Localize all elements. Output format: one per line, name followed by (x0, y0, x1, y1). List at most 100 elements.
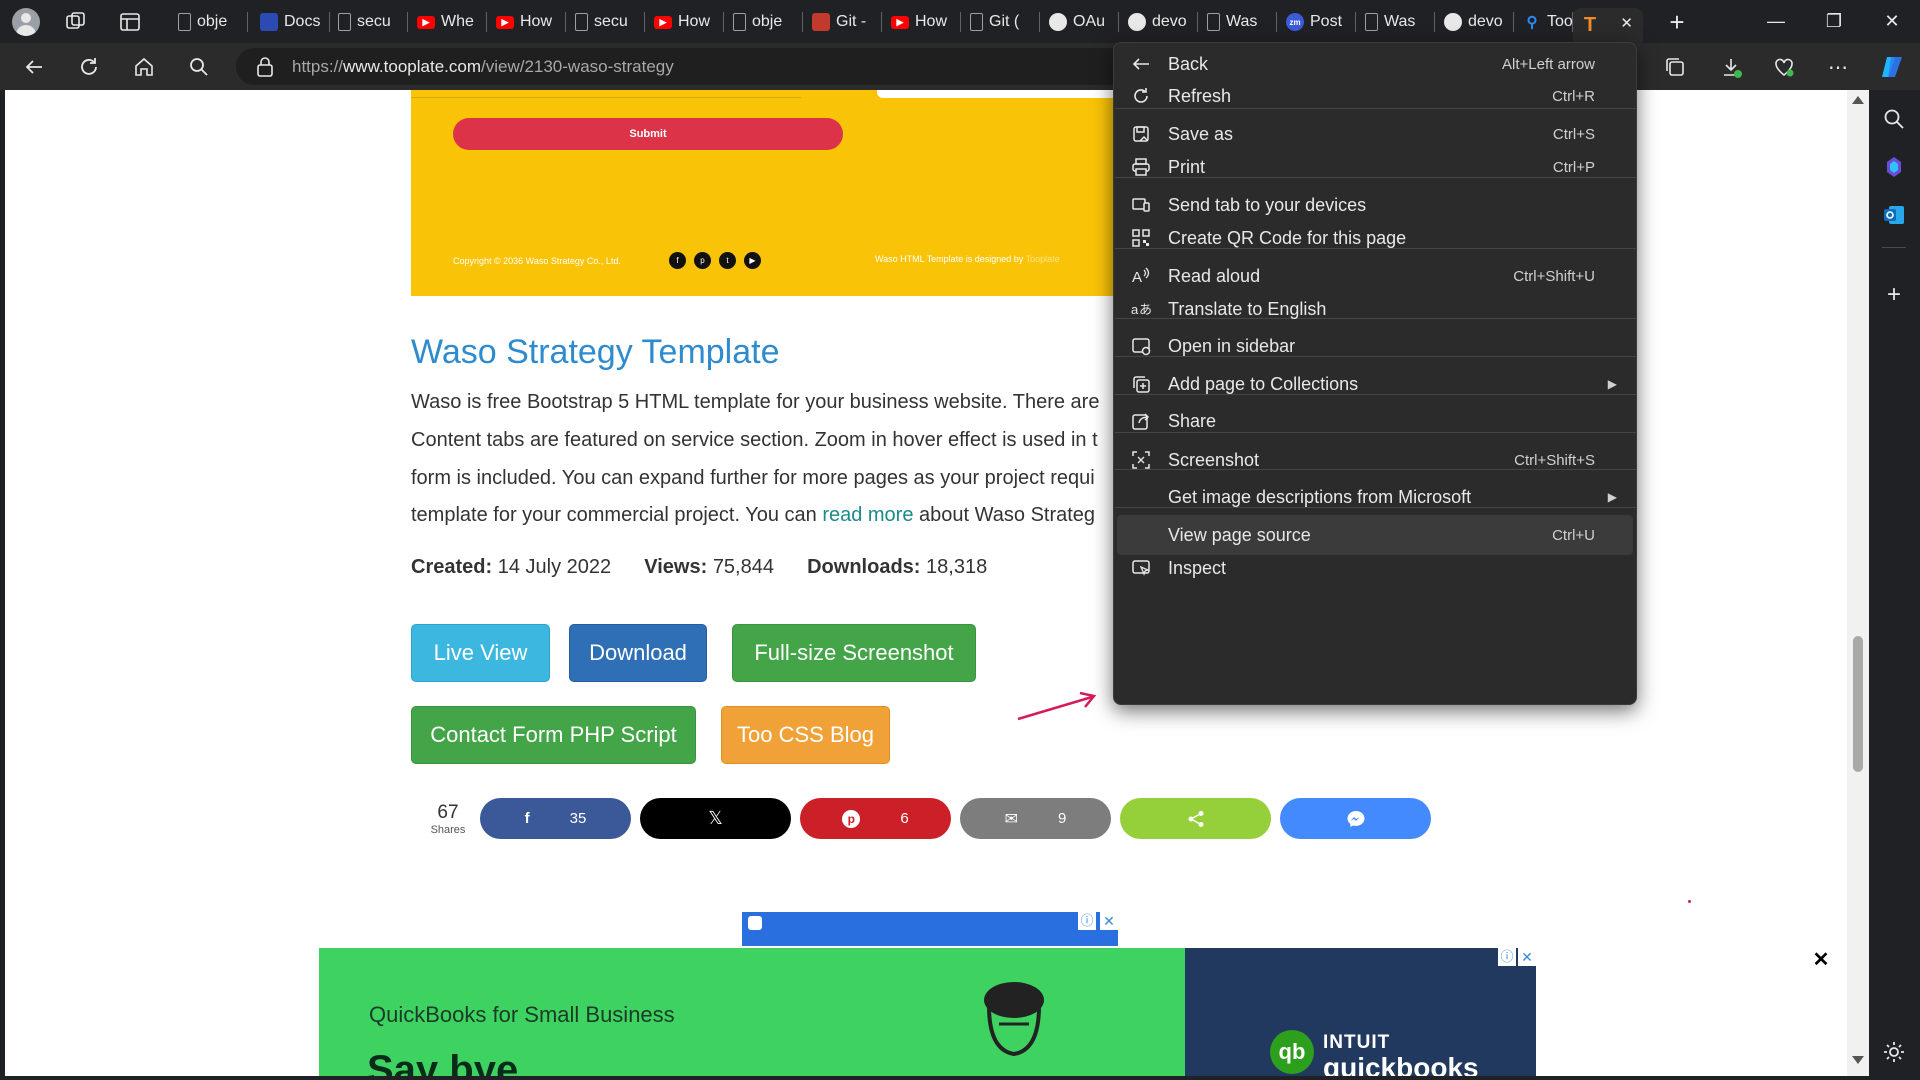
menu-item-add-page-to-collections[interactable]: Add page to Collections ▶ (1117, 364, 1633, 404)
tab-2[interactable]: Docs (252, 8, 330, 36)
views-value: 75,844 (712, 556, 774, 578)
full-size-screenshot-button[interactable]: Full-size Screenshot (732, 624, 976, 682)
menu-item-label: View page source (1168, 524, 1311, 545)
menu-item-translate-to-english[interactable]: a あ Translate to English (1117, 289, 1633, 329)
tab-separator (1039, 12, 1040, 32)
tab-17[interactable]: devo (1436, 8, 1514, 36)
collections-icon (1130, 374, 1152, 394)
profile-avatar[interactable] (12, 8, 40, 36)
menu-item-create-qr-code-for-this-page[interactable]: Create QR Code for this page (1117, 218, 1633, 258)
sidebar-settings-button[interactable] (1881, 1039, 1907, 1065)
chevron-right-icon: ▶ (1607, 377, 1617, 391)
tab-4[interactable]: ▶ Whe (409, 8, 487, 36)
lock-icon[interactable] (256, 57, 274, 77)
new-tab-button[interactable]: + (1660, 7, 1694, 37)
tab-1[interactable]: obje (170, 8, 248, 36)
read-more-link[interactable]: read more (822, 504, 913, 526)
created-label: Created: (411, 556, 493, 578)
address-bar[interactable]: https://www.tooplate.com/view/2130-waso-… (236, 48, 1136, 85)
restore-button[interactable]: ❐ (1806, 0, 1862, 43)
home-icon (135, 57, 153, 76)
tab-separator (802, 12, 803, 32)
tab-8[interactable]: obje (725, 8, 803, 36)
tab-14[interactable]: Was (1199, 8, 1277, 36)
tab-18[interactable]: ⚲ Toop (1515, 8, 1573, 36)
tab-16[interactable]: Was (1357, 8, 1435, 36)
tab-12[interactable]: OAu (1041, 8, 1119, 36)
pinterest-share-button[interactable]: p6 (800, 798, 951, 839)
tab-10[interactable]: ▶ How (883, 8, 961, 36)
vertical-tabs-icon[interactable] (118, 10, 142, 34)
pinterest-icon: p (842, 809, 861, 828)
small-ad-banner[interactable]: ⓘ ✕ (742, 912, 1118, 946)
pinterest-icon: p (694, 252, 711, 269)
page-scrollbar[interactable] (1847, 90, 1869, 1076)
sidebar-search-button[interactable] (1881, 106, 1907, 132)
tab-title: Git - (836, 13, 867, 30)
menu-item-open-in-sidebar[interactable]: Open in sidebar (1117, 326, 1633, 366)
sidebar-copilot-button[interactable] (1881, 154, 1907, 180)
scroll-up-arrow[interactable] (1852, 96, 1864, 104)
quickbooks-ad-banner[interactable]: QuickBooks for Small Business Say bye qb… (319, 948, 1536, 1076)
scroll-thumb[interactable] (1853, 636, 1863, 772)
copilot-sparkle-icon (1887, 157, 1901, 177)
sidebar-add-button[interactable]: + (1881, 282, 1907, 308)
ad-choices-icon[interactable]: ⓘ (1078, 912, 1096, 930)
facebook-share-button[interactable]: f 35 (480, 798, 631, 839)
ad-close-icon[interactable]: ✕ (1100, 912, 1118, 930)
copilot-button[interactable] (1874, 49, 1910, 85)
home-button[interactable] (126, 49, 162, 85)
menu-item-inspect[interactable]: Inspect (1117, 548, 1633, 588)
browser-essentials-button[interactable] (1766, 49, 1802, 85)
tab-7[interactable]: ▶ How (646, 8, 724, 36)
email-share-button[interactable]: ✉ 9 (960, 798, 1111, 839)
menu-item-shortcut: Ctrl+U (1552, 526, 1595, 544)
ad-close-icon[interactable]: ✕ (1518, 948, 1536, 966)
menu-item-label: Create QR Code for this page (1168, 227, 1407, 248)
too-css-blog-button[interactable]: Too CSS Blog (721, 706, 890, 764)
tab-separator (1118, 12, 1119, 32)
refresh-icon (1130, 86, 1152, 106)
svg-text:A: A (1132, 269, 1142, 286)
menu-item-label: Send tab to your devices (1168, 194, 1367, 215)
settings-more-button[interactable]: ⋯ (1820, 49, 1856, 85)
tab-11[interactable]: Git ( (962, 8, 1040, 36)
close-tab-icon[interactable]: ✕ (1620, 14, 1633, 32)
minimize-button[interactable]: — (1748, 0, 1804, 43)
facebook-icon: f (669, 252, 686, 269)
menu-item-refresh[interactable]: Refresh Ctrl+R (1117, 76, 1633, 116)
tab-separator (960, 12, 961, 32)
close-window-button[interactable]: ✕ (1864, 0, 1920, 43)
tab-3[interactable]: secu (330, 8, 408, 36)
sharethis-share-button[interactable] (1120, 798, 1271, 839)
tab-19[interactable]: T ✕ (1573, 8, 1643, 43)
search-button[interactable] (181, 49, 217, 85)
description-line-4: template for your commercial project. Yo… (411, 504, 1131, 527)
menu-item-label: Share (1168, 410, 1217, 431)
tab-6[interactable]: secu (567, 8, 645, 36)
scroll-down-arrow[interactable] (1852, 1056, 1864, 1064)
tab-15[interactable]: zm Post (1278, 8, 1356, 36)
annotation-arrow (1017, 691, 1097, 721)
sidebar-outlook-button[interactable] (1881, 202, 1907, 228)
x-share-button[interactable]: 𝕏 (640, 798, 791, 839)
menu-item-print[interactable]: Print Ctrl+P (1117, 147, 1633, 187)
downloads-button[interactable] (1713, 49, 1749, 85)
tab-5[interactable]: ▶ How (488, 8, 566, 36)
save-icon (1130, 124, 1152, 144)
tab-9[interactable]: Git - (804, 8, 882, 36)
contact-form-php-button[interactable]: Contact Form PHP Script (411, 706, 696, 764)
menu-item-screenshot[interactable]: Screenshot Ctrl+Shift+S (1117, 440, 1633, 480)
back-button[interactable] (16, 49, 52, 85)
ad-choices-icon[interactable]: ⓘ (1498, 948, 1516, 966)
workspaces-icon[interactable] (64, 10, 88, 34)
messenger-share-button[interactable] (1280, 798, 1431, 839)
live-view-button[interactable]: Live View (411, 624, 550, 682)
menu-item-share[interactable]: Share (1117, 401, 1633, 441)
close-ad-button[interactable]: ✕ (1809, 948, 1833, 972)
collections-button[interactable] (1657, 49, 1693, 85)
download-button[interactable]: Download (569, 624, 707, 682)
refresh-button[interactable] (71, 49, 107, 85)
menu-item-get-image-descriptions-from-microsoft[interactable]: Get image descriptions from Microsoft ▶ (1117, 477, 1633, 517)
tab-13[interactable]: devo (1120, 8, 1198, 36)
